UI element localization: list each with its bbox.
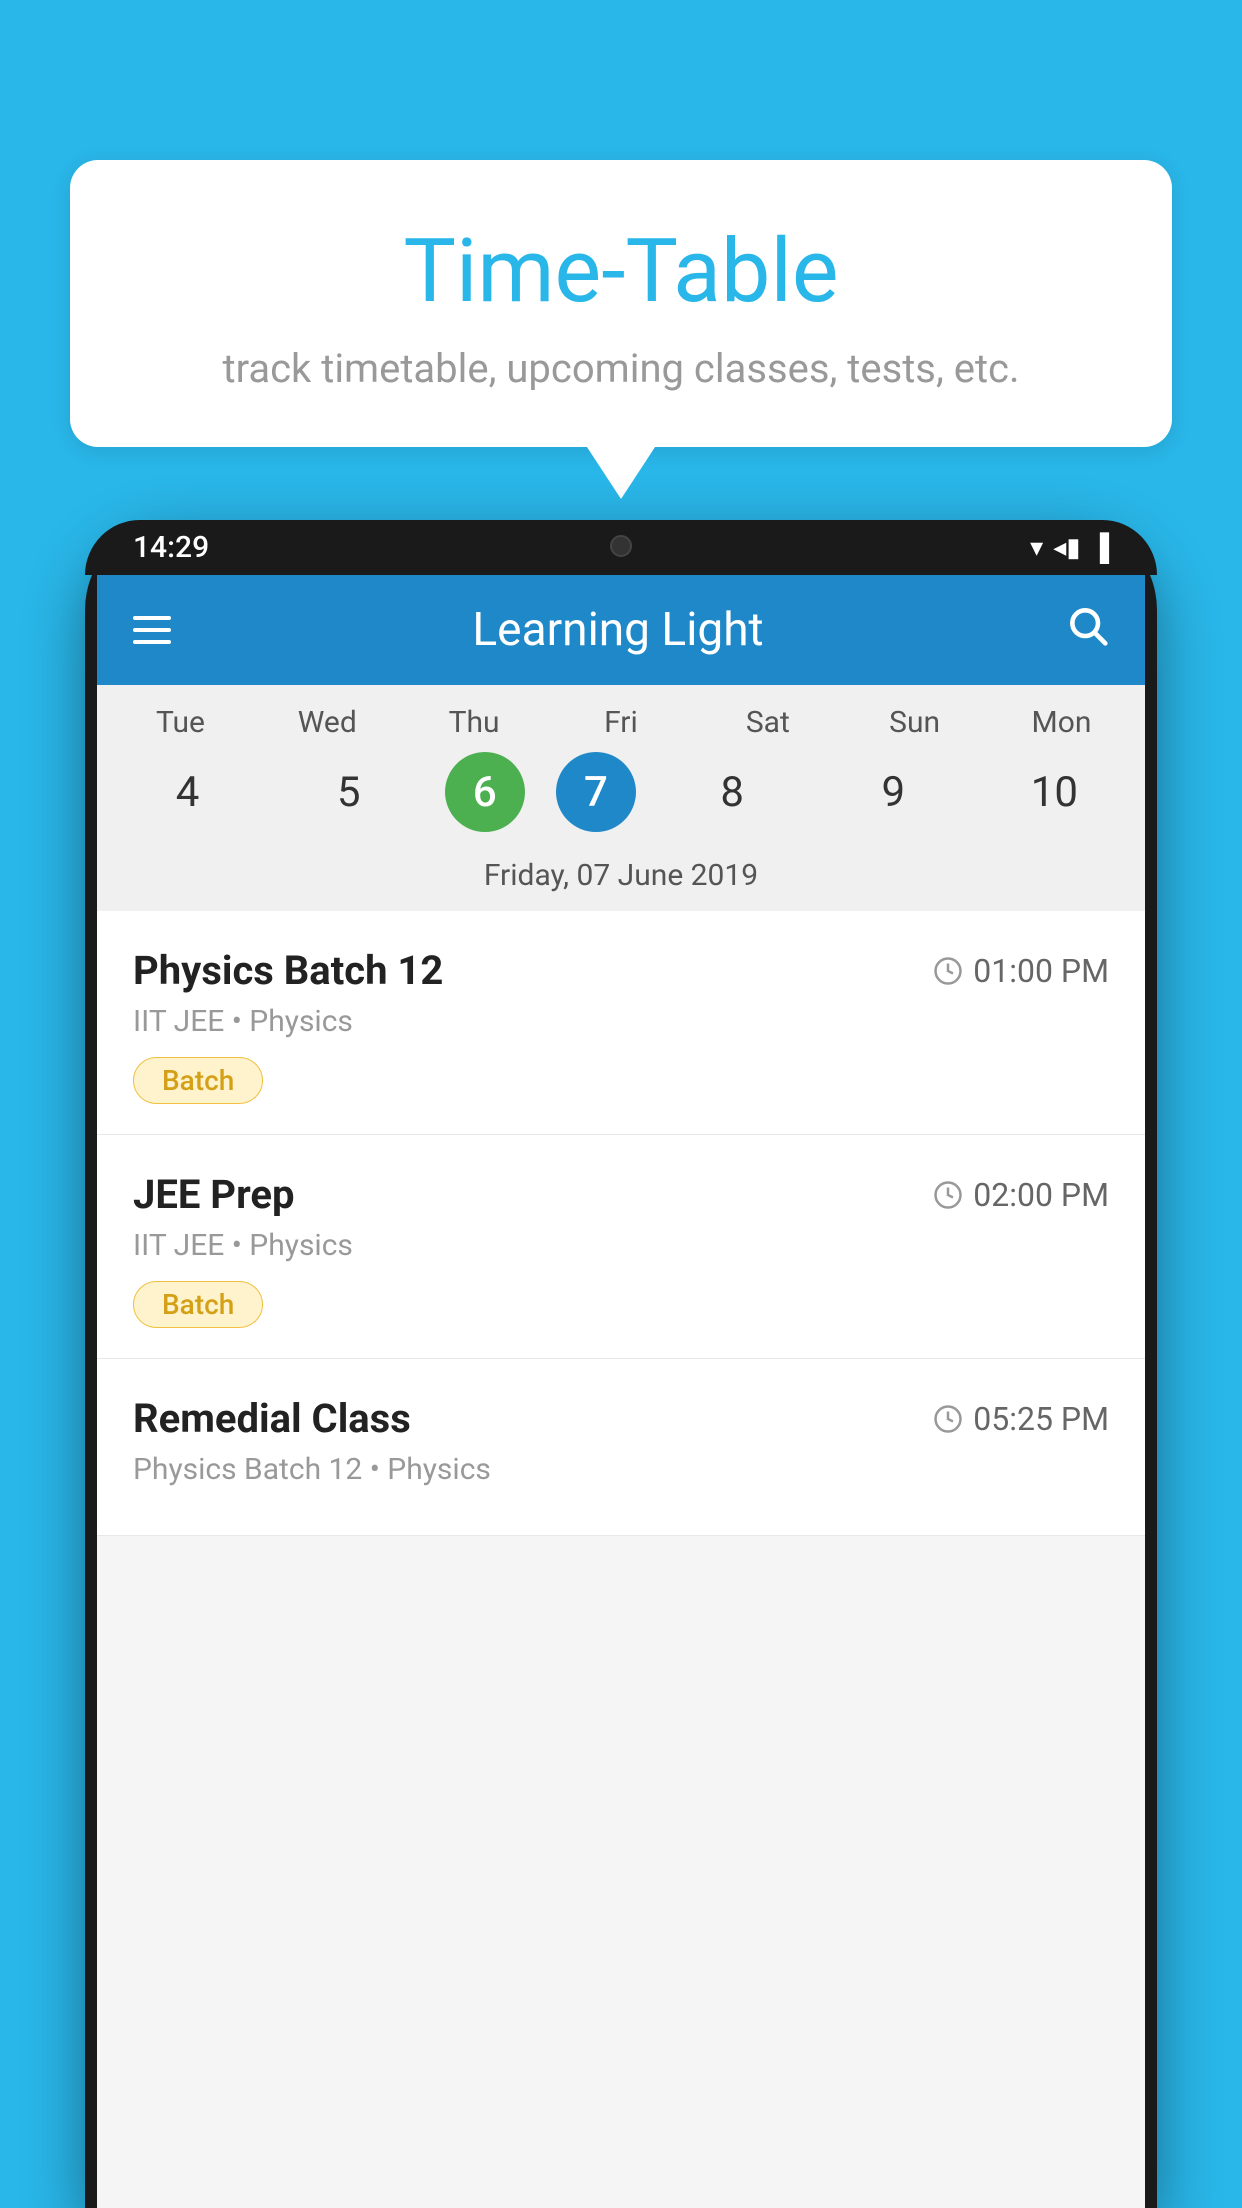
speech-bubble: Time-Table track timetable, upcoming cla… bbox=[70, 160, 1172, 447]
menu-icon[interactable] bbox=[133, 616, 171, 644]
calendar-strip: Tue Wed Thu Fri Sat Sun Mon 4 5 6 7 8 9 … bbox=[97, 685, 1145, 911]
notch bbox=[561, 520, 681, 572]
day-sun[interactable]: Sun bbox=[850, 705, 980, 740]
schedule-item-3[interactable]: Remedial Class 05:25 PM Physics Batch 12… bbox=[97, 1359, 1145, 1536]
date-7-selected[interactable]: 7 bbox=[556, 752, 636, 832]
app-bar: Learning Light bbox=[97, 575, 1145, 685]
schedule-time-2: 02:00 PM bbox=[933, 1176, 1109, 1214]
schedule-item-top-1: Physics Batch 12 01:00 PM bbox=[133, 947, 1109, 994]
phone-container: 14:29 ▾ ◂▮ ▐ Learning Light bbox=[85, 520, 1157, 2208]
clock-icon-3 bbox=[933, 1404, 963, 1434]
clock-icon-2 bbox=[933, 1180, 963, 1210]
schedule-meta-1: IIT JEE • Physics bbox=[133, 1004, 1109, 1039]
search-icon[interactable] bbox=[1065, 603, 1109, 658]
schedule-item-top-2: JEE Prep 02:00 PM bbox=[133, 1171, 1109, 1218]
schedule-time-1: 01:00 PM bbox=[933, 952, 1109, 990]
schedule-time-3: 05:25 PM bbox=[933, 1400, 1109, 1438]
date-5[interactable]: 5 bbox=[284, 752, 414, 832]
bubble-title: Time-Table bbox=[130, 220, 1112, 323]
date-10[interactable]: 10 bbox=[989, 752, 1119, 832]
phone-screen: Learning Light Tue Wed Thu Fri Sat Sun bbox=[97, 575, 1145, 2208]
day-tue[interactable]: Tue bbox=[115, 705, 245, 740]
phone-top-bar: 14:29 ▾ ◂▮ ▐ bbox=[85, 520, 1157, 575]
schedule-list: Physics Batch 12 01:00 PM IIT JEE • Phys… bbox=[97, 911, 1145, 1536]
days-header: Tue Wed Thu Fri Sat Sun Mon bbox=[97, 705, 1145, 740]
schedule-item-1[interactable]: Physics Batch 12 01:00 PM IIT JEE • Phys… bbox=[97, 911, 1145, 1135]
battery-icon: ▐ bbox=[1091, 532, 1109, 563]
bubble-subtitle: track timetable, upcoming classes, tests… bbox=[130, 345, 1112, 392]
signal-icon: ◂▮ bbox=[1053, 533, 1080, 563]
speech-bubble-container: Time-Table track timetable, upcoming cla… bbox=[70, 160, 1172, 447]
schedule-title-1: Physics Batch 12 bbox=[133, 947, 443, 994]
schedule-item-2[interactable]: JEE Prep 02:00 PM IIT JEE • Physics Batc… bbox=[97, 1135, 1145, 1359]
status-icons: ▾ ◂▮ ▐ bbox=[1030, 532, 1109, 563]
days-numbers: 4 5 6 7 8 9 10 bbox=[97, 752, 1145, 832]
schedule-title-3: Remedial Class bbox=[133, 1395, 411, 1442]
schedule-item-top-3: Remedial Class 05:25 PM bbox=[133, 1395, 1109, 1442]
batch-badge-1: Batch bbox=[133, 1057, 263, 1104]
batch-badge-2: Batch bbox=[133, 1281, 263, 1328]
date-6-today[interactable]: 6 bbox=[445, 752, 525, 832]
selected-date-label: Friday, 07 June 2019 bbox=[97, 848, 1145, 911]
app-title: Learning Light bbox=[472, 603, 763, 657]
date-4[interactable]: 4 bbox=[123, 752, 253, 832]
day-thu[interactable]: Thu bbox=[409, 705, 539, 740]
date-8[interactable]: 8 bbox=[667, 752, 797, 832]
day-mon[interactable]: Mon bbox=[996, 705, 1126, 740]
date-9[interactable]: 9 bbox=[828, 752, 958, 832]
clock-icon-1 bbox=[933, 956, 963, 986]
day-sat[interactable]: Sat bbox=[703, 705, 833, 740]
wifi-icon: ▾ bbox=[1030, 533, 1043, 563]
day-wed[interactable]: Wed bbox=[262, 705, 392, 740]
schedule-title-2: JEE Prep bbox=[133, 1171, 294, 1218]
camera-dot bbox=[610, 535, 632, 557]
phone-frame: 14:29 ▾ ◂▮ ▐ Learning Light bbox=[85, 520, 1157, 2208]
day-fri[interactable]: Fri bbox=[556, 705, 686, 740]
schedule-meta-2: IIT JEE • Physics bbox=[133, 1228, 1109, 1263]
schedule-meta-3: Physics Batch 12 • Physics bbox=[133, 1452, 1109, 1487]
status-time: 14:29 bbox=[133, 530, 209, 565]
